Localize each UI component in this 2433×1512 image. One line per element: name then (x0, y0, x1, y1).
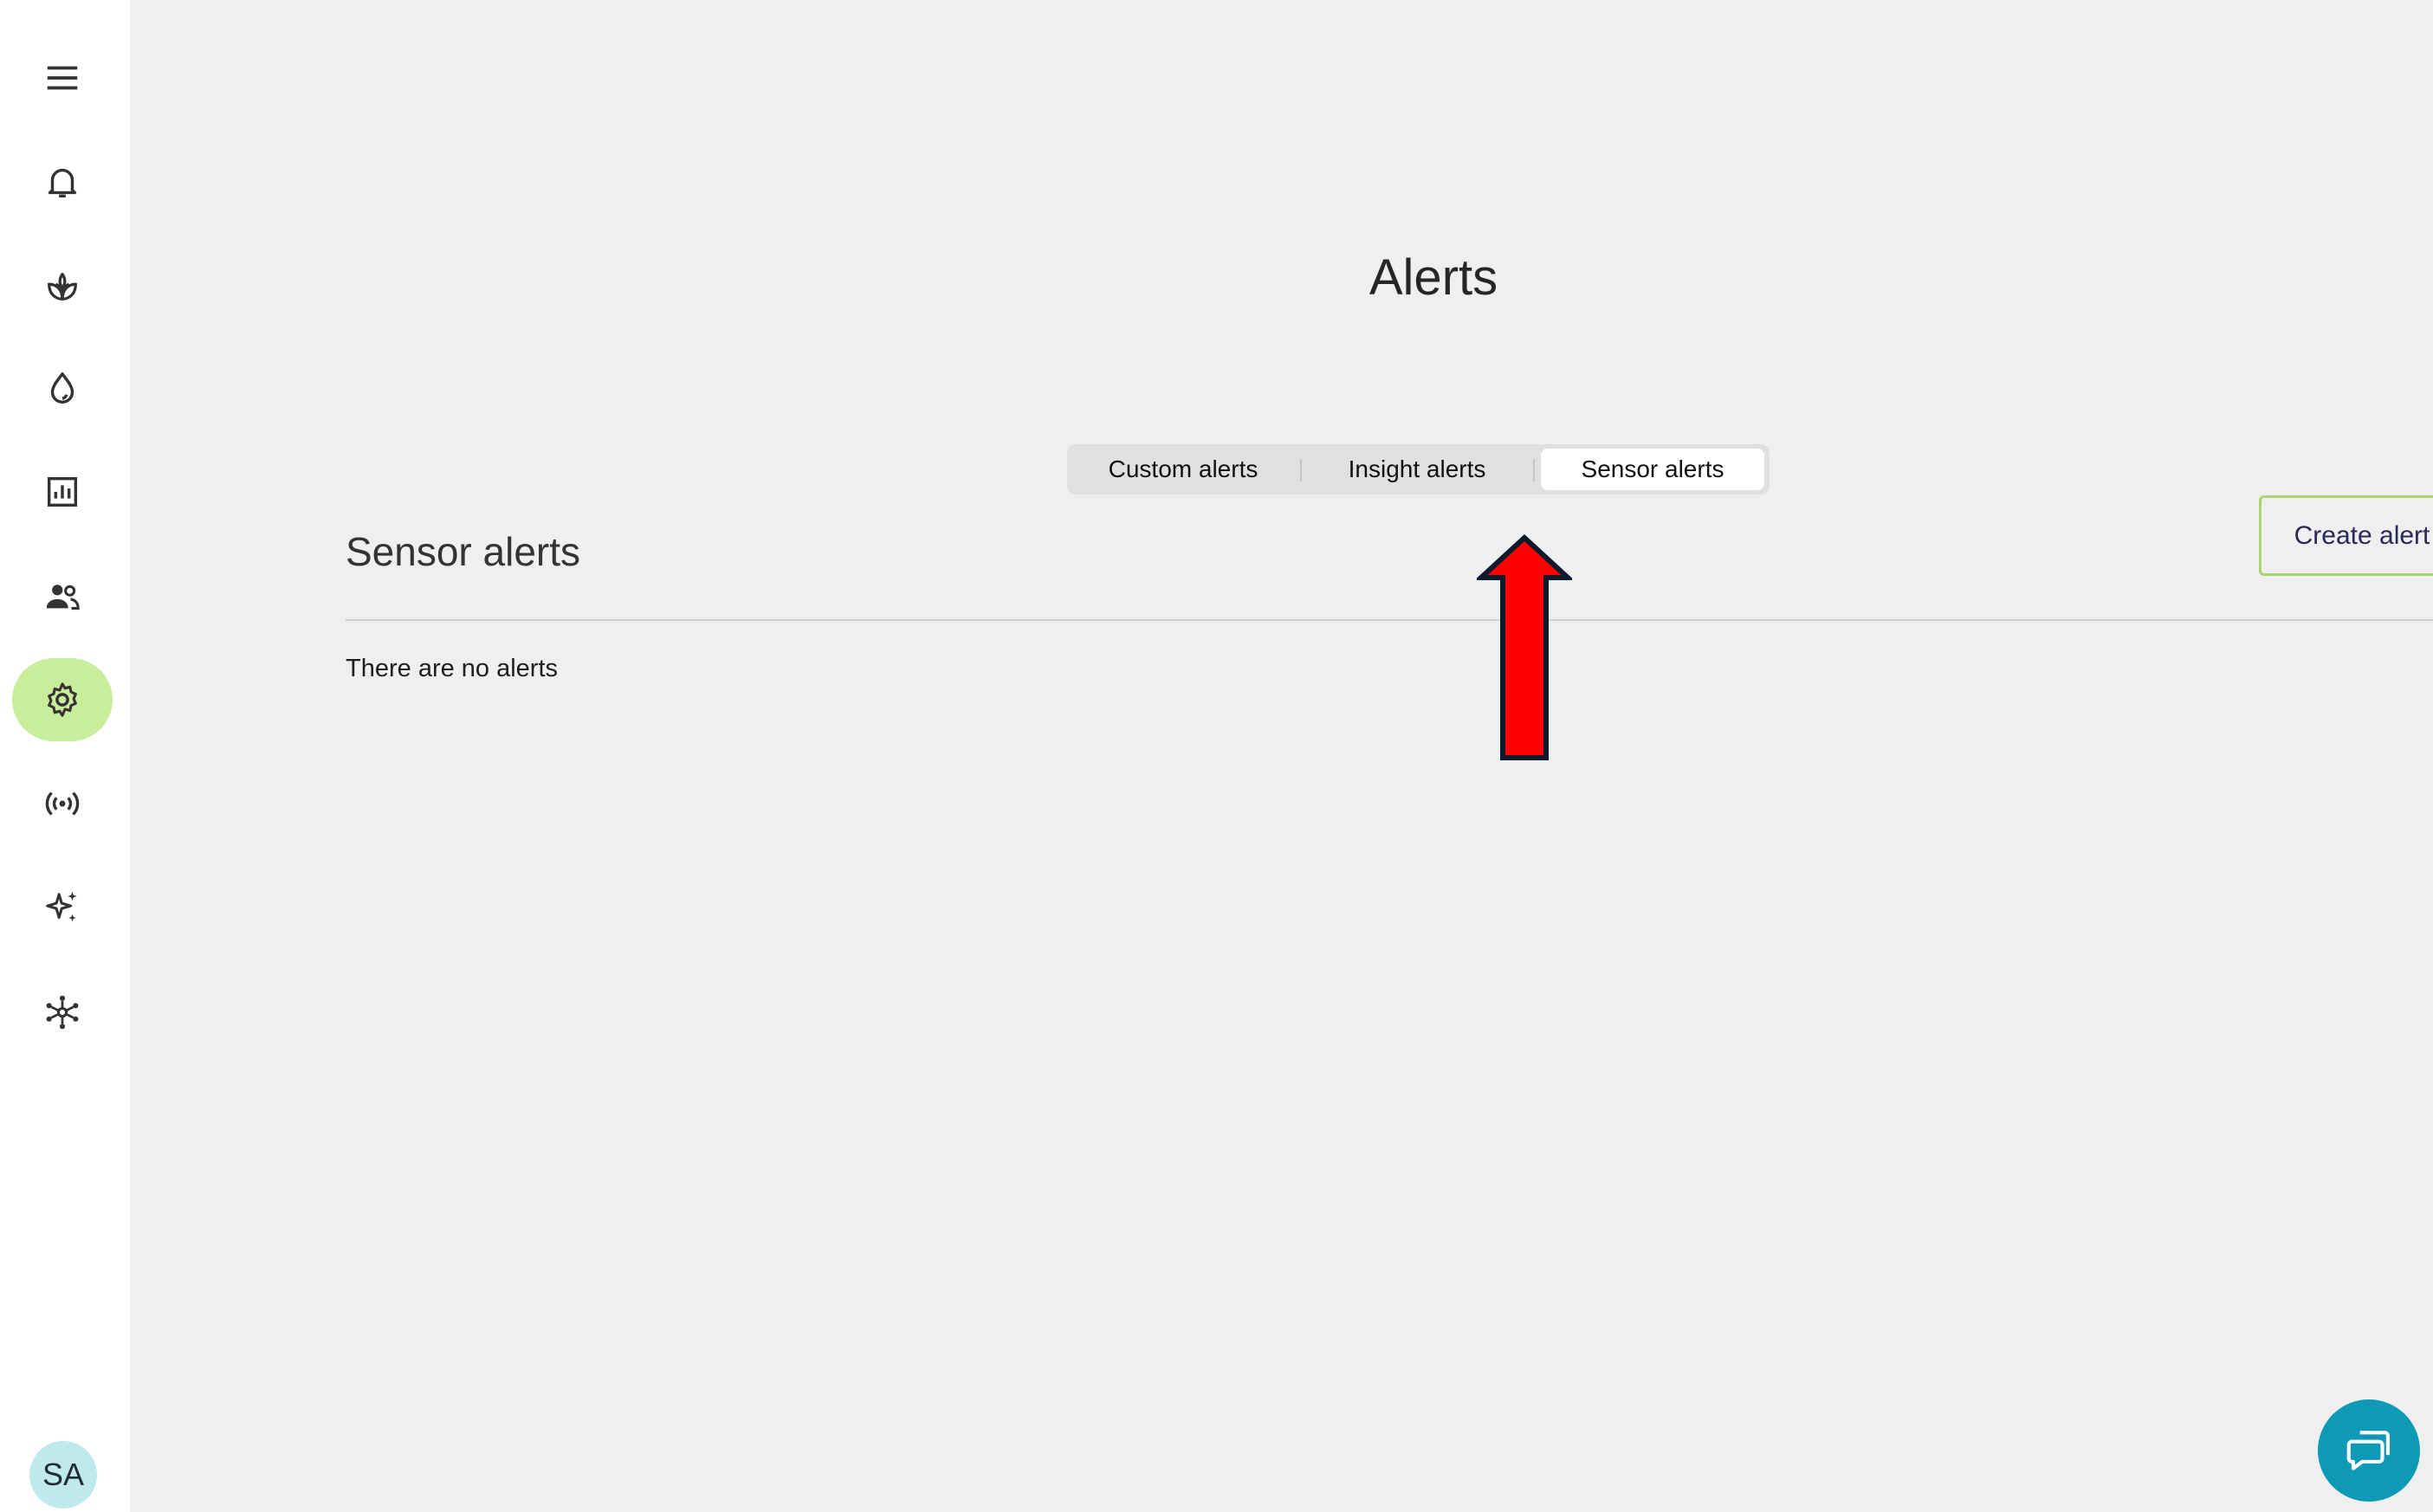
nav-integrations[interactable] (12, 971, 113, 1054)
menu-button[interactable] (12, 36, 113, 120)
nav-users[interactable] (12, 555, 113, 638)
nav-notifications[interactable] (12, 140, 113, 223)
sparkles-icon (46, 891, 77, 922)
tab-divider (1300, 459, 1302, 481)
chat-button[interactable] (2318, 1399, 2420, 1502)
create-alert-button[interactable]: Create alert (2259, 495, 2433, 576)
page-title: Alerts (1369, 249, 1498, 306)
nav-sensors[interactable] (12, 762, 113, 845)
tab-sensor-alerts[interactable]: Sensor alerts (1541, 449, 1764, 490)
bell-icon (48, 168, 77, 198)
bar-chart-icon (47, 476, 78, 507)
empty-state-message: There are no alerts (346, 655, 559, 682)
main-content: Alerts Custom alerts Insight alerts Sens… (130, 0, 2433, 1512)
nav-settings[interactable] (12, 658, 113, 741)
avatar[interactable]: SA (29, 1441, 97, 1509)
alert-type-tabs: Custom alerts Insight alerts Sensor aler… (1067, 444, 1770, 494)
nav-insights[interactable] (12, 866, 113, 949)
plant-icon (48, 272, 77, 300)
chat-icon (2346, 1431, 2391, 1470)
sidebar: SA (0, 0, 130, 1512)
menu-icon (47, 66, 78, 90)
tab-divider (1533, 459, 1535, 481)
nav-reports[interactable] (12, 450, 113, 533)
gear-icon (48, 682, 77, 717)
nav-irrigation[interactable] (12, 347, 113, 430)
nav-crops[interactable] (12, 244, 113, 327)
network-icon (46, 995, 79, 1030)
avatar-initials: SA (42, 1457, 85, 1492)
section-title: Sensor alerts (346, 529, 581, 574)
section-divider (346, 619, 2433, 621)
annotation-arrow (1477, 534, 1572, 760)
tab-custom-alerts[interactable]: Custom alerts (1072, 449, 1294, 490)
water-drop-icon (50, 372, 74, 404)
broadcast-icon (45, 792, 80, 816)
users-icon (46, 585, 80, 610)
tab-insight-alerts[interactable]: Insight alerts (1306, 449, 1528, 490)
